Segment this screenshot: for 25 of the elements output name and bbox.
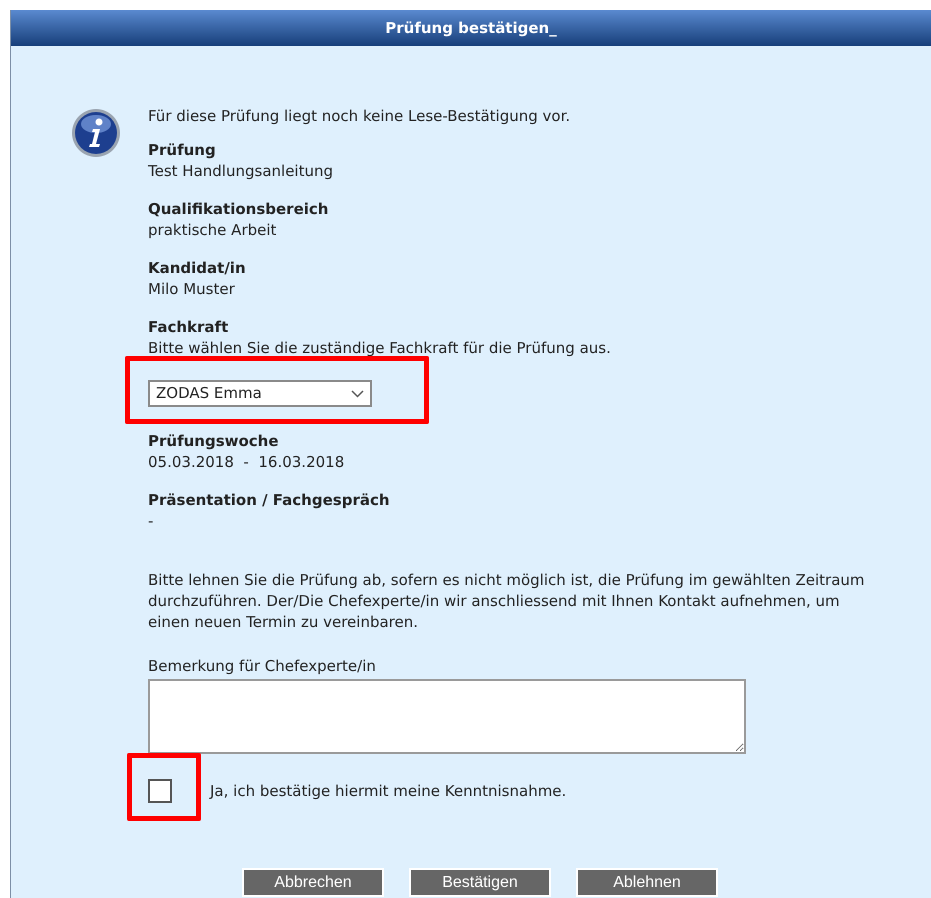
- field-value: 05.03.2018 - 16.03.2018: [148, 452, 346, 473]
- field-label: Fachkraft: [148, 317, 230, 338]
- dialog-button[interactable]: Abbrechen: [242, 868, 384, 897]
- remark-label: Bemerkung für Chefexperte/in: [148, 656, 377, 677]
- dialog-button[interactable]: Ablehnen: [576, 868, 718, 897]
- chevron-down-icon: [351, 390, 364, 398]
- window-title: Prüfung bestätigen_: [385, 18, 557, 39]
- instructions-text: Bitte lehnen Sie die Prüfung ab, sofern es nicht möglich ist, die Prüfung im gewählten Zeitraum durchzuführen. Der/Die Chefexperte/in wir anschliessend mit Ihnen Kontakt aufnehmen, um einen neuen Termin zu vereinbaren.: [148, 570, 866, 633]
- field-label: Prüfung: [148, 140, 217, 161]
- confirmation-label: Ja, ich bestätige hiermit meine Kenntnisnahme.: [210, 780, 566, 802]
- specialist-dropdown[interactable]: ZODAS Emma: [148, 380, 372, 407]
- field-value: -: [148, 511, 154, 532]
- field-label: Kandidat/in: [148, 258, 247, 279]
- field-hint: Bitte wählen Sie die zuständige Fachkraft für die Prüfung aus.: [148, 338, 612, 359]
- field-value: Milo Muster: [148, 279, 236, 300]
- field-value: praktische Arbeit: [148, 220, 278, 241]
- field-label: Prüfungswoche: [148, 431, 280, 452]
- field-value: Test Handlungsanleitung: [148, 161, 334, 182]
- confirmation-checkbox[interactable]: [148, 779, 172, 803]
- notice-text: Für diese Prüfung liegt noch keine Lese-Bestätigung vor.: [148, 106, 572, 127]
- remark-field[interactable]: [148, 679, 746, 754]
- field-label: Qualifikationsbereich: [148, 199, 330, 220]
- field-label: Präsentation / Fachgespräch: [148, 490, 391, 511]
- info-icon: [70, 108, 120, 158]
- dialog-button[interactable]: Bestätigen: [409, 868, 551, 897]
